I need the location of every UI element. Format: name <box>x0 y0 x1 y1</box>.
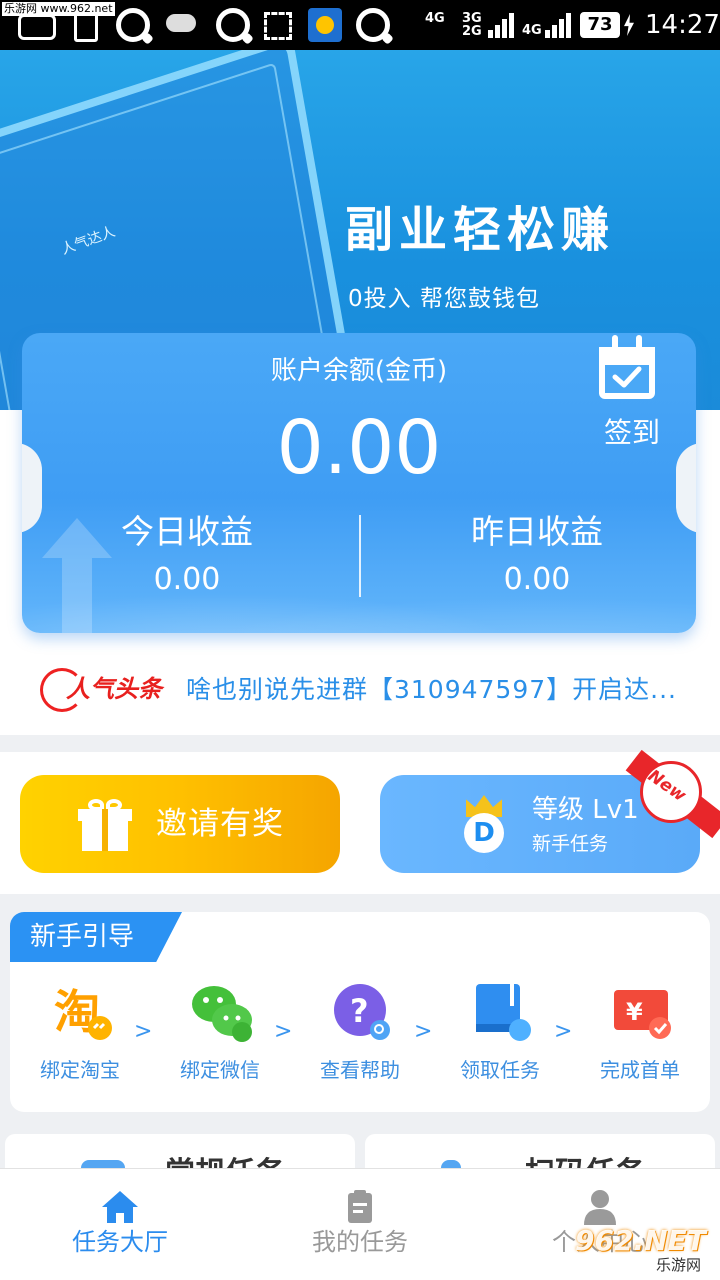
guide-step-label: 领取任务 <box>460 1058 540 1082</box>
qq-icon <box>356 8 390 42</box>
today-earnings-label: 今日收益 <box>121 512 253 551</box>
clock: 14:27 <box>645 10 720 40</box>
guide-step-label: 查看帮助 <box>320 1058 400 1082</box>
level-title: 等级 Lv1 <box>532 795 639 825</box>
site-watermark-sub: 乐游网 <box>656 1256 702 1274</box>
user-icon <box>584 1190 616 1225</box>
invite-reward-button[interactable]: 邀请有奖 <box>20 775 340 873</box>
svg-text:?: ? <box>350 992 369 1030</box>
step-arrow: > <box>414 1019 433 1044</box>
battery-icon: 73 <box>580 12 620 38</box>
news-logo: 人气头条 <box>40 668 170 712</box>
network-type-label: 4G <box>425 11 445 26</box>
doc-icon <box>74 12 98 42</box>
guide-step-bind-wechat[interactable]: 绑定微信 <box>160 980 280 1100</box>
network-type-label: 4G <box>522 23 542 38</box>
stat-divider <box>359 515 361 597</box>
checkin-button[interactable]: 签到 <box>587 333 667 463</box>
news-ticker[interactable]: 啥也别说先进群【310947597】开启达... <box>186 670 696 710</box>
guide-step-label: 绑定微信 <box>180 1058 260 1082</box>
home-icon <box>102 1191 138 1223</box>
status-bar: 乐游网 www.962.net 4G 3G 2G 4G 73 14:27 <box>0 0 720 50</box>
message-icon <box>18 14 56 40</box>
book-icon <box>476 984 531 1041</box>
step-arrow: > <box>274 1019 293 1044</box>
guide-step-first-order[interactable]: ¥ 完成首单 <box>580 980 700 1100</box>
invite-reward-label: 邀请有奖 <box>156 806 284 842</box>
charging-icon <box>624 14 634 36</box>
guide-step-view-help[interactable]: ? 查看帮助 <box>300 980 420 1100</box>
step-arrow: > <box>554 1019 573 1044</box>
level-badge-letter: D <box>464 813 504 853</box>
qq-icon <box>116 8 150 42</box>
qq-icon <box>216 8 250 42</box>
yesterday-earnings-value: 0.00 <box>503 562 571 597</box>
new-ribbon-badge: New <box>625 749 720 839</box>
guide-step-bind-taobao[interactable]: 淘 绑定淘宝 <box>20 980 140 1100</box>
guide-step-get-task[interactable]: 领取任务 <box>440 980 560 1100</box>
svg-text:¥: ¥ <box>626 998 643 1026</box>
help-icon: ? <box>334 984 390 1040</box>
nav-label: 任务大厅 <box>72 1228 168 1256</box>
network-type-label: 2G <box>462 24 482 39</box>
screenshot-icon <box>264 12 292 40</box>
ticket-icon: ¥ <box>614 990 671 1039</box>
balance-card: 账户余额(金币) 0.00 签到 今日收益 0.00 昨日收益 0.00 <box>22 333 696 633</box>
newbie-guide: 新手引导 淘 绑定淘宝 > 绑定微信 > ? 查看帮助 > 领取任务 > ¥ 完… <box>10 912 710 1112</box>
taobao-icon: 淘 <box>54 985 112 1040</box>
level-subtitle: 新手任务 <box>532 833 609 855</box>
nav-my-tasks[interactable]: 我的任务 <box>240 1169 480 1280</box>
calendar-check-icon <box>599 335 655 399</box>
signal-icon <box>488 12 518 38</box>
site-watermark: 962.NET <box>575 1224 706 1257</box>
nav-label: 我的任务 <box>312 1228 408 1256</box>
cloud-icon <box>166 14 196 32</box>
guide-title: 新手引导 <box>30 922 135 952</box>
today-earnings-value: 0.00 <box>153 562 221 597</box>
yesterday-earnings: 昨日收益 0.00 <box>372 511 696 603</box>
guide-step-label: 绑定淘宝 <box>40 1058 120 1082</box>
news-logo-text: 人气头条 <box>66 675 162 703</box>
today-earnings: 今日收益 0.00 <box>22 511 352 603</box>
checkin-label: 签到 <box>603 416 660 449</box>
step-arrow: > <box>134 1019 153 1044</box>
level-crown-icon: D <box>460 795 510 855</box>
yesterday-earnings-label: 昨日收益 <box>471 512 603 551</box>
wechat-icon <box>192 986 252 1042</box>
guide-step-label: 完成首单 <box>600 1058 680 1082</box>
banner-title: 副业轻松赚 <box>345 202 616 258</box>
nav-task-hall[interactable]: 任务大厅 <box>0 1169 240 1280</box>
weather-sun-icon <box>308 8 342 42</box>
banner-subtitle: 0投入 帮您鼓钱包 <box>348 286 540 312</box>
gift-icon <box>78 799 132 851</box>
signal-icon <box>545 12 575 38</box>
clipboard-icon <box>348 1190 372 1223</box>
